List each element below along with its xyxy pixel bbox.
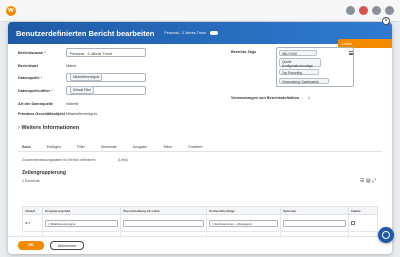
art-datenquelle-value: Indirekt [66, 102, 79, 106]
berichtsart-value: Matrix [66, 64, 77, 68]
datenquelle-pill[interactable]: Mitarbeiterereignis [70, 72, 103, 81]
grouping-field-cell[interactable]: × Mitarbeiterereignis [42, 214, 121, 232]
tag-pill-3[interactable]: Top Reporting [279, 69, 319, 75]
berichtsart-label: Berichtsart [18, 64, 39, 68]
report-edit-modal: Benutzerdefinierten Bericht bearbeiten P… [8, 22, 392, 254]
tags-input[interactable]: SBU HCM Quelle: Konfigurationsvorlage To… [276, 47, 354, 87]
tags-menu-icon[interactable] [349, 51, 353, 55]
modal-header: Benutzerdefinierten Bericht bearbeiten P… [8, 22, 392, 44]
zusammenfassung-value: (Liest) [118, 158, 128, 162]
top-navigation-bar: w [0, 0, 400, 22]
options-input[interactable] [283, 219, 346, 227]
tab-divider [18, 151, 382, 152]
col-inaktiv: Inaktiv [348, 206, 378, 215]
table-header-row: Verlauf Gruppierungsfeld Überschreibung … [22, 206, 378, 215]
header-toggle[interactable] [210, 31, 218, 35]
notifications-icon[interactable] [359, 6, 368, 15]
berichtsname-input[interactable]: Personal - 3-Jahres-Trend [66, 48, 146, 57]
report-name-chip: Personal - 3 Jahres-Trend [164, 31, 206, 35]
verwendung-label: Verwendungen von Berichtsdefinition [231, 96, 300, 100]
close-icon[interactable]: × [382, 17, 390, 25]
inactive-checkbox[interactable] [351, 220, 355, 225]
col-label-override: Überschreibung für Label [120, 206, 207, 215]
top-icons [346, 6, 394, 15]
datenquelle-input[interactable]: Mitarbeiterereignis [66, 72, 146, 82]
weitere-informationen-toggle[interactable]: › Weitere Informationen [18, 125, 79, 131]
col-gruppierungsfeld: Gruppierungsfeld [42, 206, 121, 215]
tag-pill-2[interactable]: Quelle: Konfigurationsvorlage [279, 58, 321, 68]
zusammenfassung-label: Zusammenfassungsdaten für Bericht defini… [22, 158, 96, 162]
tag-pill-1[interactable]: SBU HCM [279, 50, 317, 56]
label-override-cell[interactable] [120, 214, 207, 232]
art-datenquelle-label: Art der Datenquelle [18, 102, 54, 106]
verwendung-value[interactable]: 1 [308, 96, 310, 100]
inbox-icon[interactable] [372, 6, 381, 15]
datenquelle-label: Datenquelle * [18, 76, 43, 80]
grouping-field-input[interactable]: × Mitarbeiterereignis [45, 219, 118, 227]
label-override-input[interactable] [123, 219, 204, 227]
col-optionen: Optionen [280, 206, 349, 215]
options-cell[interactable] [280, 214, 349, 232]
workday-logo: w [6, 6, 16, 16]
geschaeftsobjekt-value: Mitarbeiterereignis [66, 112, 98, 116]
item-count: 4 Elemente [22, 179, 40, 183]
modal-title: Benutzerdefinierten Bericht bearbeiten [16, 28, 155, 38]
col-verlauf: Verlauf [22, 206, 43, 215]
inactive-cell[interactable] [348, 214, 378, 232]
cancel-button[interactable]: Abbrechen [50, 241, 84, 250]
berichtsname-label: Berichtsname * [18, 51, 46, 55]
search-icon[interactable] [346, 6, 355, 15]
assistant-chat-icon[interactable] [378, 227, 394, 243]
profile-avatar[interactable] [385, 6, 394, 15]
filter-input[interactable]: Default Filter [66, 85, 146, 95]
tag-pill-4[interactable]: Verwendung: Dashboards [279, 78, 329, 84]
zeilengruppierung-heading: Zeilengruppierung [22, 170, 66, 176]
filter-label: Datenquellenfilter * [18, 89, 53, 93]
tags-label: Berichts-Tags [231, 50, 257, 54]
sort-order-input[interactable]: × Zeitzusammen - Absteigend [209, 219, 278, 227]
modal-footer: OK Abbrechen [8, 236, 392, 254]
sort-order-cell[interactable]: × Zeitzusammen - Absteigend [206, 214, 281, 232]
geschaeftsobjekt-label: Primäres Geschäftsobjekt [18, 112, 65, 116]
row-actions[interactable]: ⊕ ▾ [22, 214, 43, 232]
col-sortierreihenfolge: Sortierreihenfolge [206, 206, 281, 215]
table-tools-icons[interactable]: ☰ ▤ ⤢ [360, 178, 376, 184]
ok-button[interactable]: OK [18, 241, 44, 250]
table-row: ⊕ ▾ × Mitarbeiterereignis × Zeitzusammen… [22, 214, 378, 232]
filter-pill[interactable]: Default Filter [70, 85, 95, 94]
